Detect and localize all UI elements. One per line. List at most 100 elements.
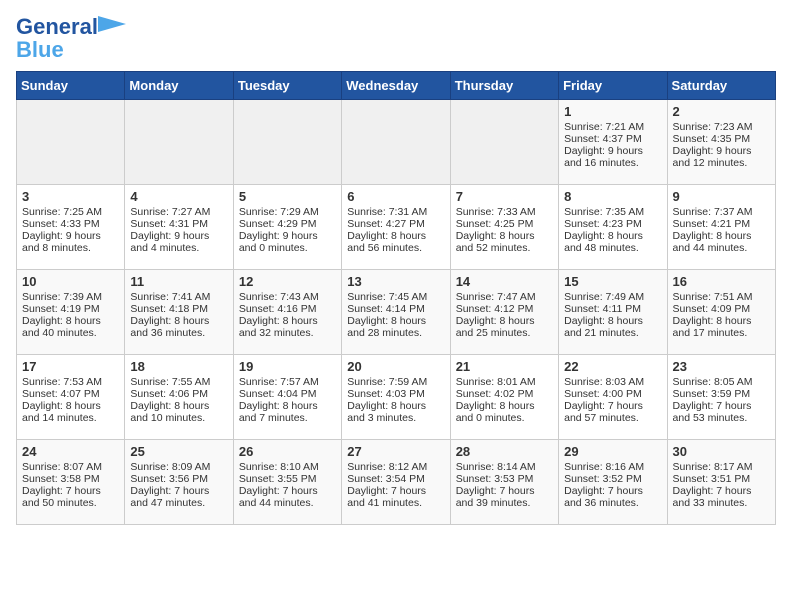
calendar-cell bbox=[17, 100, 125, 185]
logo-arrow-icon bbox=[98, 16, 126, 32]
calendar-cell bbox=[342, 100, 450, 185]
day-number: 1 bbox=[564, 104, 661, 119]
calendar-cell: 20 Sunrise: 7:59 AMSunset: 4:03 PMDayligh… bbox=[342, 355, 450, 440]
calendar-cell: 3 Sunrise: 7:25 AMSunset: 4:33 PMDaylight… bbox=[17, 185, 125, 270]
day-info: Sunrise: 7:31 AMSunset: 4:27 PMDaylight:… bbox=[347, 206, 427, 254]
calendar-cell: 18 Sunrise: 7:55 AMSunset: 4:06 PMDayligh… bbox=[125, 355, 233, 440]
calendar-table: SundayMondayTuesdayWednesdayThursdayFrid… bbox=[16, 71, 776, 525]
day-number: 28 bbox=[456, 444, 553, 459]
calendar-header-row: SundayMondayTuesdayWednesdayThursdayFrid… bbox=[17, 72, 776, 100]
day-number: 15 bbox=[564, 274, 661, 289]
calendar-header-sunday: Sunday bbox=[17, 72, 125, 100]
day-number: 21 bbox=[456, 359, 553, 374]
day-info: Sunrise: 8:09 AMSunset: 3:56 PMDaylight:… bbox=[130, 461, 210, 509]
day-info: Sunrise: 7:37 AMSunset: 4:21 PMDaylight:… bbox=[673, 206, 753, 254]
day-info: Sunrise: 8:14 AMSunset: 3:53 PMDaylight:… bbox=[456, 461, 536, 509]
page-header: General Blue bbox=[16, 16, 776, 61]
calendar-header-wednesday: Wednesday bbox=[342, 72, 450, 100]
calendar-cell: 7Sunrise: 7:33 AMSunset: 4:25 PMDaylight… bbox=[450, 185, 558, 270]
calendar-cell bbox=[233, 100, 341, 185]
calendar-cell: 30 Sunrise: 8:17 AMSunset: 3:51 PMDayligh… bbox=[667, 440, 775, 525]
day-number: 18 bbox=[130, 359, 227, 374]
day-number: 3 bbox=[22, 189, 119, 204]
day-number: 12 bbox=[239, 274, 336, 289]
day-info: Sunrise: 7:55 AMSunset: 4:06 PMDaylight:… bbox=[130, 376, 210, 424]
calendar-cell: 8Sunrise: 7:35 AMSunset: 4:23 PMDaylight… bbox=[559, 185, 667, 270]
day-info: Sunrise: 7:25 AMSunset: 4:33 PMDaylight:… bbox=[22, 206, 102, 254]
day-info: Sunrise: 8:16 AMSunset: 3:52 PMDaylight:… bbox=[564, 461, 644, 509]
day-number: 10 bbox=[22, 274, 119, 289]
day-number: 23 bbox=[673, 359, 770, 374]
calendar-header-thursday: Thursday bbox=[450, 72, 558, 100]
calendar-cell bbox=[125, 100, 233, 185]
logo: General Blue bbox=[16, 16, 98, 61]
calendar-cell: 22Sunrise: 8:03 AMSunset: 4:00 PMDayligh… bbox=[559, 355, 667, 440]
day-number: 2 bbox=[673, 104, 770, 119]
day-info: Sunrise: 7:27 AMSunset: 4:31 PMDaylight:… bbox=[130, 206, 210, 254]
day-number: 20 bbox=[347, 359, 444, 374]
day-number: 30 bbox=[673, 444, 770, 459]
calendar-cell: 13 Sunrise: 7:45 AMSunset: 4:14 PMDayligh… bbox=[342, 270, 450, 355]
calendar-cell: 24 Sunrise: 8:07 AMSunset: 3:58 PMDayligh… bbox=[17, 440, 125, 525]
day-info: Sunrise: 7:59 AMSunset: 4:03 PMDaylight:… bbox=[347, 376, 427, 424]
calendar-week-row: 24 Sunrise: 8:07 AMSunset: 3:58 PMDayligh… bbox=[17, 440, 776, 525]
day-info: Sunrise: 8:01 AMSunset: 4:02 PMDaylight:… bbox=[456, 376, 536, 424]
day-number: 26 bbox=[239, 444, 336, 459]
day-number: 4 bbox=[130, 189, 227, 204]
calendar-week-row: 10 Sunrise: 7:39 AMSunset: 4:19 PMDayligh… bbox=[17, 270, 776, 355]
calendar-cell: 2 Sunrise: 7:23 AMSunset: 4:35 PMDaylight… bbox=[667, 100, 775, 185]
calendar-cell: 12 Sunrise: 7:43 AMSunset: 4:16 PMDayligh… bbox=[233, 270, 341, 355]
calendar-cell: 27 Sunrise: 8:12 AMSunset: 3:54 PMDayligh… bbox=[342, 440, 450, 525]
calendar-cell: 10 Sunrise: 7:39 AMSunset: 4:19 PMDayligh… bbox=[17, 270, 125, 355]
calendar-cell: 15 Sunrise: 7:49 AMSunset: 4:11 PMDayligh… bbox=[559, 270, 667, 355]
day-number: 27 bbox=[347, 444, 444, 459]
calendar-header-monday: Monday bbox=[125, 72, 233, 100]
logo-text: General bbox=[16, 14, 98, 39]
day-number: 16 bbox=[673, 274, 770, 289]
day-number: 11 bbox=[130, 274, 227, 289]
day-number: 29 bbox=[564, 444, 661, 459]
calendar-cell: 5 Sunrise: 7:29 AMSunset: 4:29 PMDaylight… bbox=[233, 185, 341, 270]
logo-blue-text: Blue bbox=[16, 39, 64, 61]
day-info: Sunrise: 7:53 AMSunset: 4:07 PMDaylight:… bbox=[22, 376, 102, 424]
calendar-cell: 21 Sunrise: 8:01 AMSunset: 4:02 PMDayligh… bbox=[450, 355, 558, 440]
calendar-cell: 23 Sunrise: 8:05 AMSunset: 3:59 PMDayligh… bbox=[667, 355, 775, 440]
calendar-cell: 29 Sunrise: 8:16 AMSunset: 3:52 PMDayligh… bbox=[559, 440, 667, 525]
day-info: Sunrise: 7:49 AMSunset: 4:11 PMDaylight:… bbox=[564, 291, 644, 339]
day-info: Sunrise: 8:07 AMSunset: 3:58 PMDaylight:… bbox=[22, 461, 102, 509]
calendar-cell: 16 Sunrise: 7:51 AMSunset: 4:09 PMDayligh… bbox=[667, 270, 775, 355]
day-info: Sunrise: 8:12 AMSunset: 3:54 PMDaylight:… bbox=[347, 461, 427, 509]
day-info: Sunrise: 7:45 AMSunset: 4:14 PMDaylight:… bbox=[347, 291, 427, 339]
day-info: Sunrise: 7:21 AMSunset: 4:37 PMDaylight:… bbox=[564, 121, 644, 169]
day-number: 17 bbox=[22, 359, 119, 374]
calendar-header-friday: Friday bbox=[559, 72, 667, 100]
day-info: Sunrise: 7:41 AMSunset: 4:18 PMDaylight:… bbox=[130, 291, 210, 339]
calendar-cell: 11 Sunrise: 7:41 AMSunset: 4:18 PMDayligh… bbox=[125, 270, 233, 355]
day-info: Sunrise: 7:51 AMSunset: 4:09 PMDaylight:… bbox=[673, 291, 753, 339]
calendar-week-row: 17 Sunrise: 7:53 AMSunset: 4:07 PMDayligh… bbox=[17, 355, 776, 440]
day-info: Sunrise: 7:43 AMSunset: 4:16 PMDaylight:… bbox=[239, 291, 319, 339]
calendar-cell: 19Sunrise: 7:57 AMSunset: 4:04 PMDayligh… bbox=[233, 355, 341, 440]
day-info: Sunrise: 8:05 AMSunset: 3:59 PMDaylight:… bbox=[673, 376, 753, 424]
day-number: 25 bbox=[130, 444, 227, 459]
day-number: 24 bbox=[22, 444, 119, 459]
day-info: Sunrise: 7:29 AMSunset: 4:29 PMDaylight:… bbox=[239, 206, 319, 254]
calendar-week-row: 1 Sunrise: 7:21 AMSunset: 4:37 PMDaylight… bbox=[17, 100, 776, 185]
day-number: 13 bbox=[347, 274, 444, 289]
day-info: Sunrise: 7:57 AMSunset: 4:04 PMDaylight:… bbox=[239, 376, 319, 424]
calendar-cell: 25 Sunrise: 8:09 AMSunset: 3:56 PMDayligh… bbox=[125, 440, 233, 525]
day-number: 8 bbox=[564, 189, 661, 204]
calendar-cell: 14Sunrise: 7:47 AMSunset: 4:12 PMDayligh… bbox=[450, 270, 558, 355]
day-number: 7 bbox=[456, 189, 553, 204]
day-info: Sunrise: 8:03 AMSunset: 4:00 PMDaylight:… bbox=[564, 376, 644, 424]
calendar-week-row: 3 Sunrise: 7:25 AMSunset: 4:33 PMDaylight… bbox=[17, 185, 776, 270]
day-info: Sunrise: 7:47 AMSunset: 4:12 PMDaylight:… bbox=[456, 291, 536, 339]
calendar-header-saturday: Saturday bbox=[667, 72, 775, 100]
day-info: Sunrise: 7:39 AMSunset: 4:19 PMDaylight:… bbox=[22, 291, 102, 339]
day-number: 5 bbox=[239, 189, 336, 204]
day-number: 9 bbox=[673, 189, 770, 204]
day-info: Sunrise: 8:17 AMSunset: 3:51 PMDaylight:… bbox=[673, 461, 753, 509]
day-info: Sunrise: 7:23 AMSunset: 4:35 PMDaylight:… bbox=[673, 121, 753, 169]
calendar-cell: 1 Sunrise: 7:21 AMSunset: 4:37 PMDaylight… bbox=[559, 100, 667, 185]
calendar-cell: 6Sunrise: 7:31 AMSunset: 4:27 PMDaylight… bbox=[342, 185, 450, 270]
